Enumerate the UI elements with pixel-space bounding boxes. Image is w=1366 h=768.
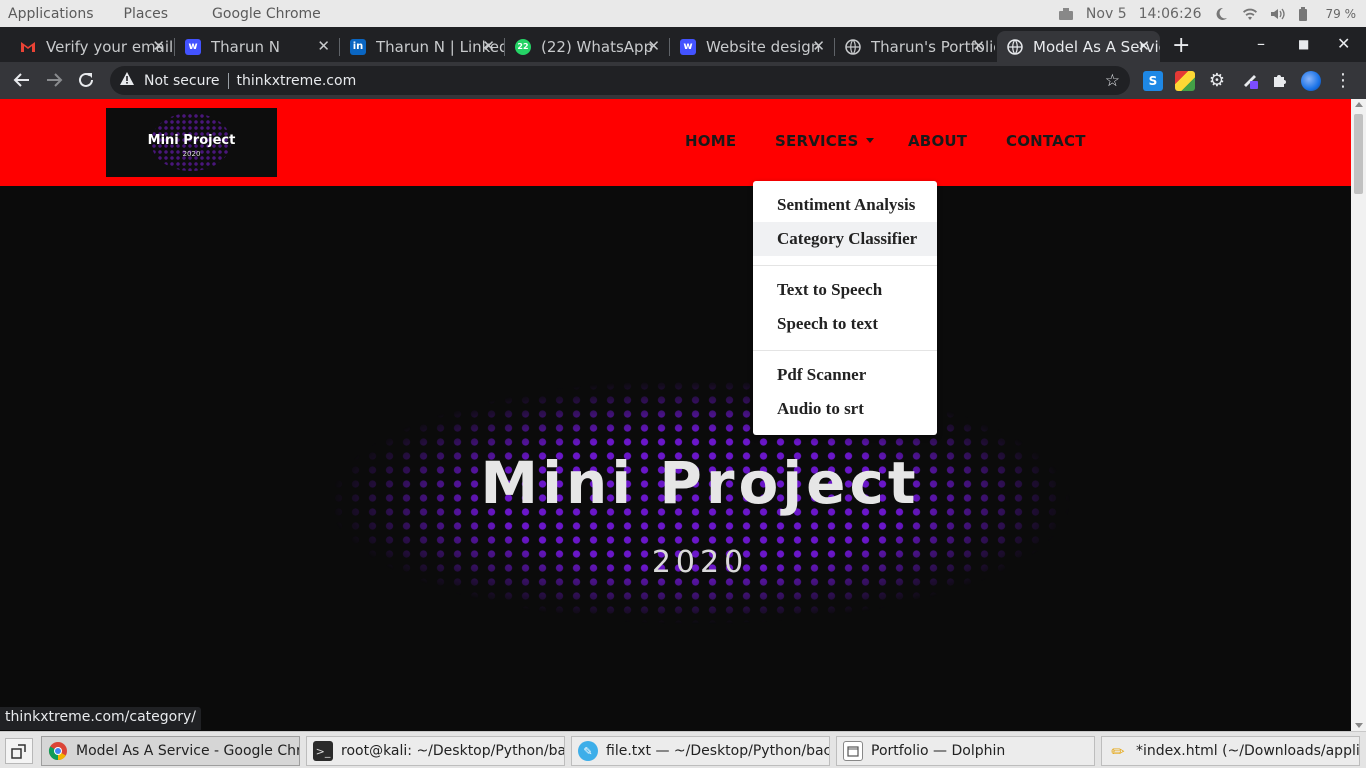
nav-services-label: SERVICES bbox=[775, 132, 859, 150]
color-extension-icon[interactable] bbox=[1175, 71, 1195, 91]
back-button[interactable] bbox=[10, 68, 34, 92]
task-chrome[interactable]: Model As A Service - Google Chrome bbox=[41, 736, 300, 766]
minimize-window-button[interactable]: – bbox=[1257, 34, 1265, 53]
terminal-icon: >_ bbox=[313, 741, 333, 761]
url-text[interactable]: thinkxtreme.com bbox=[237, 73, 357, 89]
caret-down-icon bbox=[866, 138, 875, 143]
whatsapp-icon: 22 bbox=[515, 38, 531, 55]
nav-contact[interactable]: CONTACT bbox=[1006, 132, 1086, 150]
globe-icon bbox=[1007, 38, 1023, 55]
scroll-up-icon[interactable] bbox=[1355, 102, 1363, 107]
security-label[interactable]: Not secure bbox=[144, 73, 220, 89]
close-tab-icon[interactable]: ✕ bbox=[972, 37, 985, 55]
tab-gmail[interactable]: Verify your email ✕ bbox=[10, 31, 175, 62]
nav-about[interactable]: ABOUT bbox=[908, 132, 967, 150]
active-app-menu[interactable]: Google Chrome bbox=[212, 6, 321, 22]
tab-website-design[interactable]: w Website design ✕ bbox=[670, 31, 835, 62]
tab-portfolio[interactable]: Tharun's Portfolio ✕ bbox=[835, 31, 995, 62]
menu-item-pdf-scanner[interactable]: Pdf Scanner bbox=[753, 358, 937, 392]
tab-whatsapp[interactable]: 22 (22) WhatsApp ✕ bbox=[505, 31, 670, 62]
maximize-window-button[interactable]: ■ bbox=[1298, 37, 1309, 51]
profile-avatar[interactable] bbox=[1301, 71, 1321, 91]
menu-item-sentiment-analysis[interactable]: Sentiment Analysis bbox=[753, 188, 937, 222]
taskbar: Model As A Service - Google Chrome >_ ro… bbox=[0, 731, 1366, 768]
logo-title: Mini Project bbox=[147, 133, 236, 148]
hero-year: 2020 bbox=[651, 545, 749, 580]
applications-menu[interactable]: Applications bbox=[8, 6, 94, 22]
close-tab-icon[interactable]: ✕ bbox=[482, 37, 495, 55]
kate-icon: ✎ bbox=[578, 741, 598, 761]
wifi-icon[interactable] bbox=[1242, 7, 1258, 21]
task-terminal[interactable]: >_ root@kali: ~/Desktop/Python/back... bbox=[306, 736, 565, 766]
date-label: Nov 5 bbox=[1085, 5, 1127, 22]
webflow-icon: w bbox=[185, 38, 201, 55]
scroll-thumb[interactable] bbox=[1354, 114, 1363, 194]
task-index-html[interactable]: ✏ *index.html (~/Downloads/applica... bbox=[1101, 736, 1360, 766]
menu-divider bbox=[753, 265, 937, 266]
places-menu[interactable]: Places bbox=[124, 6, 169, 22]
tab-model-as-a-service[interactable]: Model As A Service ✕ bbox=[997, 31, 1160, 62]
chrome-icon bbox=[48, 741, 68, 761]
webflow-icon: w bbox=[680, 38, 696, 55]
status-bubble-url: thinkxtreme.com/category/ bbox=[0, 707, 201, 730]
site-logo[interactable]: Mini Project 2020 bbox=[106, 108, 277, 177]
close-tab-icon[interactable]: ✕ bbox=[317, 37, 330, 55]
battery-percent: 79 % bbox=[1325, 6, 1357, 21]
gear-extension-icon[interactable]: ⚙ bbox=[1207, 71, 1227, 91]
divider bbox=[227, 72, 229, 89]
clock-label[interactable]: 14:06:26 bbox=[1139, 6, 1202, 22]
nav-services[interactable]: SERVICES bbox=[775, 132, 875, 150]
system-top-panel: Applications Places Google Chrome Nov 5 … bbox=[0, 0, 1366, 27]
browser-toolbar: Not secure thinkxtreme.com ☆ S ⚙ ⋮ bbox=[0, 62, 1366, 99]
hero-banner: Mini Project 2020 bbox=[330, 379, 1070, 624]
menu-item-audio-to-srt[interactable]: Audio to srt bbox=[753, 392, 937, 426]
close-tab-icon[interactable]: ✕ bbox=[812, 37, 825, 55]
gmail-icon bbox=[20, 39, 36, 55]
menu-divider bbox=[753, 350, 937, 351]
close-tab-icon[interactable]: ✕ bbox=[152, 37, 165, 55]
page-scrollbar[interactable] bbox=[1351, 99, 1366, 731]
linkedin-icon: in bbox=[350, 38, 366, 55]
site-header: Mini Project 2020 HOME SERVICES ABOUT CO… bbox=[0, 99, 1351, 186]
new-tab-button[interactable]: + bbox=[1172, 33, 1190, 58]
tab-tharun[interactable]: w Tharun N ✕ bbox=[175, 31, 340, 62]
web-page: Mini Project 2020 HOME SERVICES ABOUT CO… bbox=[0, 99, 1351, 731]
reload-button[interactable] bbox=[74, 68, 98, 92]
close-window-button[interactable]: ✕ bbox=[1337, 34, 1350, 53]
night-mode-icon[interactable] bbox=[1214, 7, 1230, 21]
menu-item-category-classifier[interactable]: Category Classifier bbox=[753, 222, 937, 256]
puzzle-extensions-icon[interactable] bbox=[1270, 71, 1290, 91]
editor-icon: ✏ bbox=[1111, 741, 1125, 761]
task-dolphin[interactable]: Portfolio — Dolphin bbox=[836, 736, 1095, 766]
hero-title: Mini Project bbox=[480, 449, 920, 517]
nav-home[interactable]: HOME bbox=[685, 132, 736, 150]
dolphin-icon bbox=[843, 741, 863, 761]
show-desktop-button[interactable] bbox=[5, 738, 33, 764]
pen-extension-icon[interactable] bbox=[1241, 71, 1261, 91]
globe-icon bbox=[845, 38, 861, 55]
logo-year: 2020 bbox=[182, 150, 201, 158]
battery-icon[interactable] bbox=[1298, 6, 1314, 21]
tab-strip: Verify your email ✕ w Tharun N ✕ in Thar… bbox=[0, 27, 1366, 62]
close-tab-icon[interactable]: ✕ bbox=[647, 37, 660, 55]
address-bar[interactable]: Not secure thinkxtreme.com ☆ bbox=[110, 66, 1130, 95]
task-file-txt[interactable]: ✎ file.txt — ~/Desktop/Python/back... bbox=[571, 736, 830, 766]
bookmark-star-icon[interactable]: ☆ bbox=[1105, 71, 1120, 91]
scroll-down-icon[interactable] bbox=[1355, 723, 1363, 728]
menu-item-speech-to-text[interactable]: Speech to text bbox=[753, 307, 937, 341]
services-dropdown: Sentiment Analysis Category Classifier T… bbox=[753, 181, 937, 435]
skype-extension-icon[interactable]: S bbox=[1143, 71, 1163, 91]
more-menu-icon[interactable]: ⋮ bbox=[1333, 71, 1353, 91]
close-tab-icon[interactable]: ✕ bbox=[1137, 37, 1150, 55]
forward-button[interactable] bbox=[42, 68, 66, 92]
tab-linkedin[interactable]: in Tharun N | LinkedIn ✕ bbox=[340, 31, 505, 62]
menu-item-text-to-speech[interactable]: Text to Speech bbox=[753, 273, 937, 307]
camera-icon[interactable] bbox=[1058, 7, 1074, 21]
volume-icon[interactable] bbox=[1270, 7, 1286, 21]
warning-icon[interactable] bbox=[120, 72, 134, 89]
